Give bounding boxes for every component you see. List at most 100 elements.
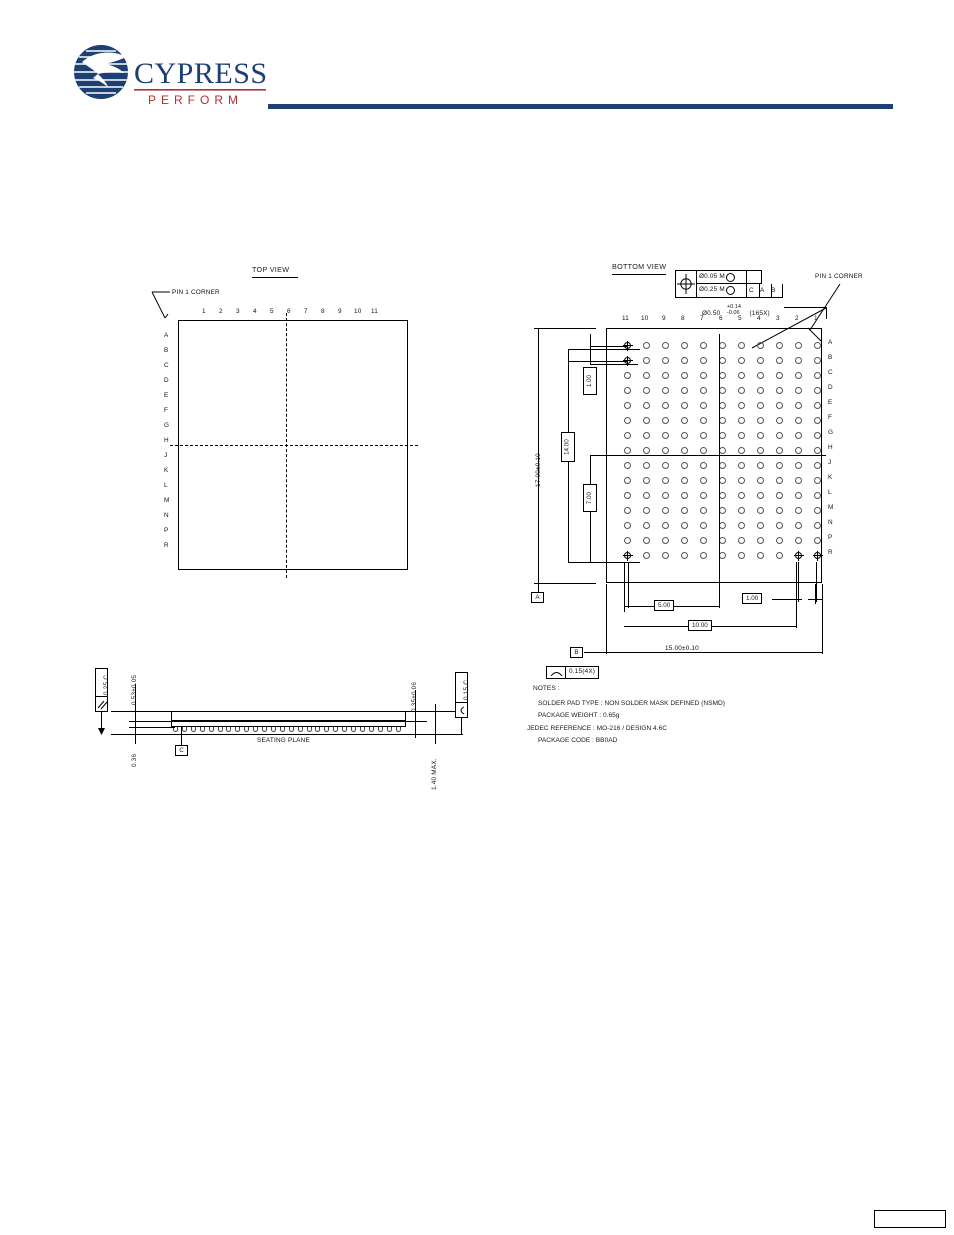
ball-M10 [643,507,651,515]
ball-D10 [643,387,651,395]
ball-P9 [662,537,670,545]
ball-N11 [624,522,632,530]
datum-c: C [175,745,188,756]
ball-D4 [757,387,765,395]
ball-L7 [700,492,708,500]
ball-B5 [738,357,746,365]
ball-R8 [681,552,689,560]
ball-M8 [681,507,689,515]
bottom-view-vertical-centerline [719,334,720,584]
ball-A6 [719,342,727,350]
ball-J4 [757,462,765,470]
ball-B8 [681,357,689,365]
ball-P4 [757,537,765,545]
ball-F2 [795,417,803,425]
dim-overall-width-label: 15.00±0.10 [662,645,702,653]
dim-overall-height-label: 17.00±0.10 [535,453,542,487]
footer-page-box [874,1210,946,1228]
side-view-ball [377,727,383,732]
ball-E3 [776,402,784,410]
side-view-ball [342,727,348,732]
ball-J2 [795,462,803,470]
ball-R5 [738,552,746,560]
notes-heading: NOTES : [533,685,560,692]
bottom-view-row-labels: A B C D E F G H J K L M N P R [828,339,834,556]
ball-K6 [719,477,727,485]
left-fcf-value: 0.25 C [103,674,110,695]
ball-A9 [662,342,670,350]
ball-A3 [776,342,784,350]
dim-half-span-label: 5.00 [654,600,675,612]
flatness-symbol-icon [547,667,566,678]
ball-K3 [776,477,784,485]
ball-K8 [681,477,689,485]
ball-B7 [700,357,708,365]
ball-B2 [795,357,803,365]
side-view-ball [279,727,285,732]
ball-G9 [662,432,670,440]
ball-R6 [719,552,727,560]
ball-A8 [681,342,689,350]
mmc-circle-icon [725,272,735,282]
ball-D8 [681,387,689,395]
ball-A4 [757,342,765,350]
ball-G6 [719,432,727,440]
side-view-ball [297,727,303,732]
side-view-ball [208,727,214,732]
side-view-ball [199,727,205,732]
seating-plane-label: SEATING PLANE [257,737,310,744]
ball-R10 [643,552,651,560]
datum-b: B [570,647,583,658]
ball-F3 [776,417,784,425]
ball-L11 [624,492,632,500]
side-view-ball [244,727,250,732]
ball-H10 [643,447,651,455]
ball-D2 [795,387,803,395]
ball-C4 [757,372,765,380]
ball-R4 [757,552,765,560]
ball-N6 [719,522,727,530]
ball-L8 [681,492,689,500]
note-item-2: PACKAGE WEIGHT : 0.65g [538,712,620,720]
side-view-ball [315,727,321,732]
ball-K4 [757,477,765,485]
notes-block: NOTES : SOLDER PAD TYPE : NON SOLDER MAS… [527,685,793,745]
ball-E6 [719,402,727,410]
ball-H2 [795,447,803,455]
dim-overall-width-line [584,652,822,653]
ball-K10 [643,477,651,485]
side-view-ball [270,727,276,732]
side-view-ball [324,727,330,732]
ball-H3 [776,447,784,455]
ball-P10 [643,537,651,545]
note-item-3: JEDEC REFERENCE : MO-216 / DESIGN 4.6C [527,724,667,732]
ball-R11 [623,551,633,561]
ball-M2 [795,507,803,515]
ball-C11 [624,372,632,380]
ball-B9 [662,357,670,365]
ball-leader-line [568,360,628,362]
ball-C5 [738,372,746,380]
ball-M5 [738,507,746,515]
ball-D6 [719,387,727,395]
ball-F10 [643,417,651,425]
side-view-package-body [171,711,406,721]
ball-E11 [624,402,632,410]
ball-B3 [776,357,784,365]
side-view-ball [235,727,241,732]
ball-P3 [776,537,784,545]
ball-C10 [643,372,651,380]
fcf-row2-datum-cells [747,284,783,298]
side-view-ball [386,727,392,732]
ball-B6 [719,357,727,365]
ball-G10 [643,432,651,440]
dim-half-span-ext-left [624,562,625,612]
ball-H11 [624,447,632,455]
logo-wordmark: CYPRESS [134,57,268,90]
bottom-view-column-labels: 11 10 9 8 7 6 5 4 3 2 1 [622,315,818,322]
ball-A10 [643,342,651,350]
bottom-view-pin1-label: PIN 1 CORNER [815,273,863,280]
right-fcf-value: 0.15 C [463,679,470,700]
ball-leader-line [627,562,629,608]
side-view-ball [253,727,259,732]
